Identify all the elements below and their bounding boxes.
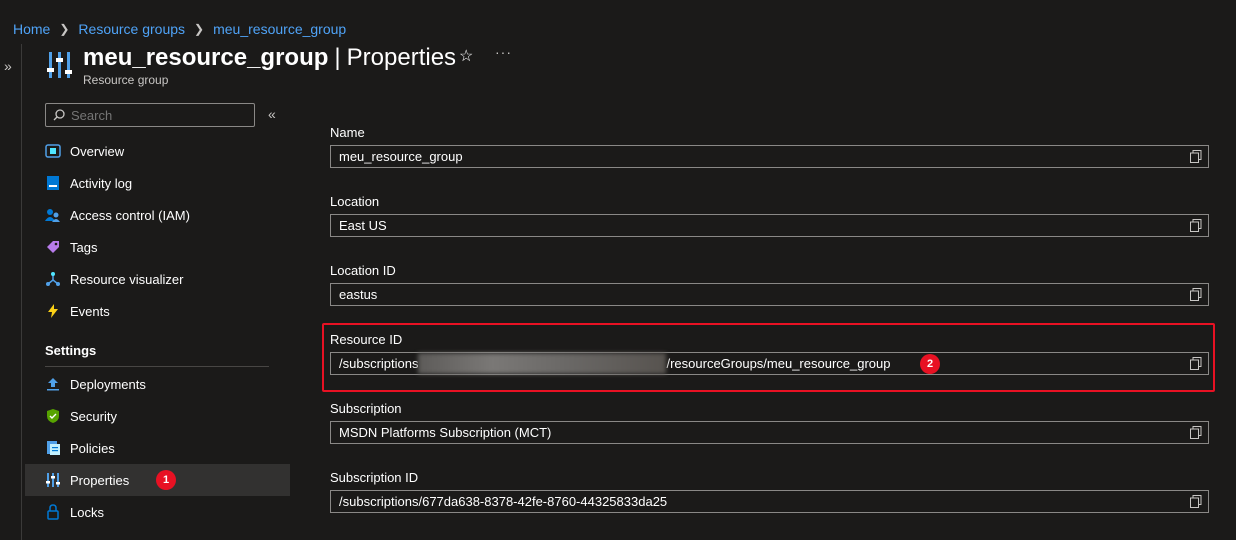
location-label: Location — [330, 194, 380, 209]
search-box[interactable] — [45, 103, 255, 127]
sidebar-item-iam[interactable]: Access control (IAM) — [25, 199, 290, 231]
properties-icon — [47, 52, 72, 78]
search-input[interactable] — [71, 107, 241, 123]
location-field[interactable]: East US — [330, 214, 1209, 237]
subscription-field[interactable]: MSDN Platforms Subscription (MCT) — [330, 421, 1209, 444]
name-field[interactable]: meu_resource_group — [330, 145, 1209, 168]
resource-id-label: Resource ID — [330, 332, 403, 347]
overview-icon — [45, 143, 61, 159]
sidebar-item-label: Properties — [70, 472, 130, 488]
search-icon — [53, 109, 65, 121]
lightning-icon — [45, 303, 61, 319]
location-value: East US — [339, 218, 387, 233]
properties-icon — [45, 472, 61, 488]
name-value: meu_resource_group — [339, 149, 463, 164]
sidebar-item-deployments[interactable]: Deployments — [25, 368, 290, 400]
subscription-id-value: /subscriptions/677da638-8378-42fe-8760-4… — [339, 494, 668, 509]
expand-menu-icon[interactable]: » — [4, 58, 12, 74]
breadcrumb-home-link[interactable]: Home — [13, 21, 50, 37]
sidebar-item-overview[interactable]: Overview — [25, 135, 290, 167]
breadcrumb-current-link[interactable]: meu_resource_group — [213, 21, 346, 37]
settings-section-label: Settings — [45, 343, 97, 358]
page-title: meu_resource_group | Properties — [83, 44, 456, 72]
subscription-label: Subscription — [330, 401, 402, 416]
shield-icon — [45, 408, 61, 424]
breadcrumb-resource-groups-link[interactable]: Resource groups — [78, 21, 185, 37]
sidebar-item-activity-log[interactable]: Activity log — [25, 167, 290, 199]
copy-icon[interactable] — [1190, 288, 1202, 301]
sidebar-item-events[interactable]: Events — [25, 295, 290, 327]
copy-icon[interactable] — [1190, 495, 1202, 508]
page-subtitle: Resource group — [83, 73, 169, 87]
subscription-id-label: Subscription ID — [330, 470, 419, 485]
sidebar-item-label: Tags — [70, 239, 98, 255]
sidebar-item-label: Resource visualizer — [70, 271, 184, 287]
sidebar-item-label: Security — [70, 408, 117, 424]
sidebar-item-label: Events — [70, 303, 110, 319]
subscription-id-field[interactable]: /subscriptions/677da638-8378-42fe-8760-4… — [330, 490, 1209, 513]
iam-icon — [45, 207, 61, 223]
step-badge-2: 2 — [920, 354, 940, 374]
chevron-right-icon: ❯ — [194, 21, 205, 36]
title-separator: | — [334, 44, 341, 71]
copy-icon[interactable] — [1190, 357, 1202, 370]
sidebar-item-label: Activity log — [70, 175, 133, 191]
location-id-label: Location ID — [330, 263, 396, 278]
collapse-sidebar-icon[interactable]: « — [268, 106, 276, 122]
sidebar-item-locks[interactable]: Locks — [25, 496, 290, 528]
breadcrumb: Home ❯ Resource groups ❯ meu_resource_gr… — [0, 0, 1236, 44]
resource-id-prefix: /subscriptions — [339, 356, 419, 371]
step-badge-1: 1 — [156, 470, 176, 490]
sidebar-item-label: Locks — [70, 504, 104, 520]
section-divider — [45, 366, 269, 367]
location-id-value: eastus — [339, 287, 378, 302]
page-name: Properties — [346, 44, 457, 71]
policy-icon — [45, 440, 61, 456]
sidebar-item-label: Overview — [70, 143, 125, 159]
resource-name: meu_resource_group — [83, 44, 329, 71]
name-label: Name — [330, 125, 365, 140]
sidebar-item-tags[interactable]: Tags — [25, 231, 290, 263]
redacted-subscription-id — [418, 353, 667, 374]
sidebar-item-resource-visualizer[interactable]: Resource visualizer — [25, 263, 290, 295]
left-nav-strip: » — [0, 44, 22, 540]
more-options-icon[interactable]: ··· — [495, 44, 512, 60]
visualizer-icon — [45, 271, 61, 287]
chevron-right-icon: ❯ — [59, 21, 70, 36]
copy-icon[interactable] — [1190, 150, 1202, 163]
star-icon[interactable]: ☆ — [459, 46, 473, 66]
tag-icon — [45, 239, 61, 255]
location-id-field[interactable]: eastus — [330, 283, 1209, 306]
sidebar-item-label: Policies — [70, 440, 115, 456]
sidebar-item-label: Deployments — [70, 376, 146, 392]
copy-icon[interactable] — [1190, 426, 1202, 439]
sidebar-item-security[interactable]: Security — [25, 400, 290, 432]
sidebar-item-label: Access control (IAM) — [70, 207, 190, 223]
activity-log-icon — [45, 175, 61, 191]
sidebar-item-policies[interactable]: Policies — [25, 432, 290, 464]
subscription-value: MSDN Platforms Subscription (MCT) — [339, 425, 552, 440]
resource-id-suffix: /resourceGroups/meu_resource_group — [666, 356, 891, 371]
resource-id-field[interactable]: /subscriptions /resourceGroups/meu_resou… — [330, 352, 1209, 375]
upload-icon — [45, 376, 61, 392]
lock-icon — [45, 504, 61, 520]
copy-icon[interactable] — [1190, 219, 1202, 232]
